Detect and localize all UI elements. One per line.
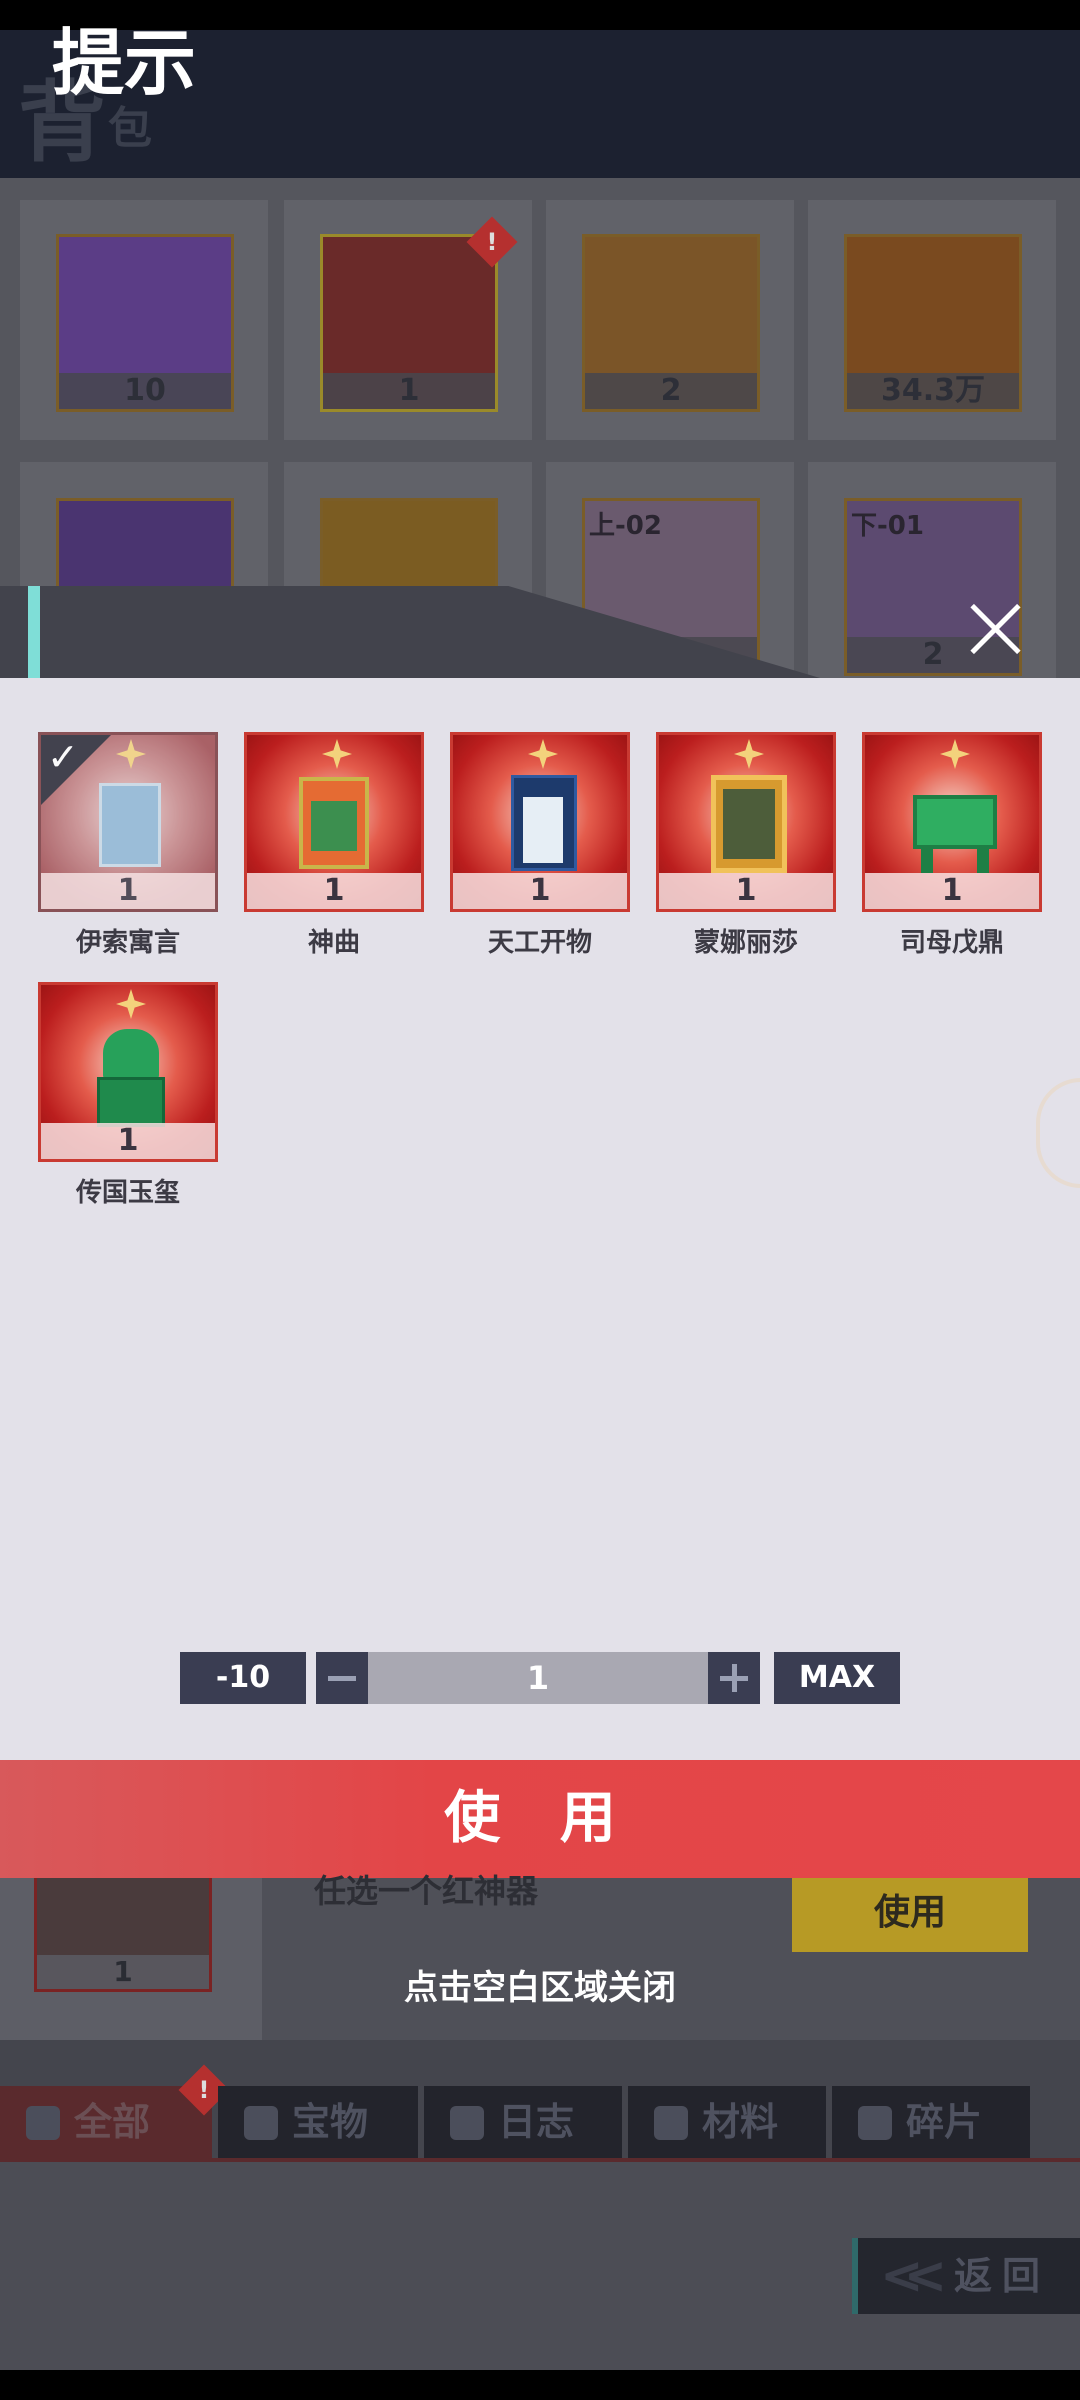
bag-item-count: 1 bbox=[323, 373, 495, 409]
item-card-mona-lisa[interactable]: 1 蒙娜丽莎 bbox=[656, 732, 836, 959]
item-name: 天工开物 bbox=[487, 928, 592, 958]
star-icon bbox=[528, 739, 558, 769]
item-qty: 1 bbox=[453, 873, 627, 909]
bag-item-tag: 上-02 bbox=[589, 511, 662, 541]
item-name: 传国玉玺 bbox=[75, 1178, 180, 1208]
star-icon bbox=[116, 989, 146, 1019]
item-icon: ✓ 1 bbox=[38, 732, 218, 912]
plus-icon[interactable] bbox=[708, 1652, 760, 1704]
minus-icon[interactable] bbox=[316, 1652, 368, 1704]
star-icon bbox=[116, 739, 146, 769]
tab-journal[interactable]: 日志 bbox=[424, 2086, 622, 2158]
item-qty: 1 bbox=[659, 873, 833, 909]
dialog-body: ✓ 1 伊索寓言 1 神曲 1 天工开物 1 蒙娜丽莎 1 司母戊鼎 1 传国玉… bbox=[0, 678, 1080, 1760]
dialog-title: 提示 bbox=[52, 21, 197, 105]
bag-icon bbox=[244, 2106, 278, 2140]
title-accent bbox=[28, 586, 40, 678]
use-button[interactable]: 使 用 bbox=[0, 1760, 1080, 1878]
nav-bar bbox=[0, 2370, 1080, 2400]
bag-item-count: 10 bbox=[59, 373, 231, 409]
tab-fragments[interactable]: 碎片 bbox=[832, 2086, 1030, 2158]
puzzle-icon bbox=[858, 2106, 892, 2140]
bag-item-icon: 34.3万 bbox=[844, 234, 1022, 412]
star-icon bbox=[322, 739, 352, 769]
item-icon: 1 bbox=[38, 982, 218, 1162]
max-button[interactable]: MAX bbox=[774, 1652, 900, 1704]
minus-10-button[interactable]: -10 bbox=[180, 1652, 306, 1704]
bag-item-icon: 1 bbox=[320, 234, 498, 412]
tab-materials[interactable]: 材料 bbox=[628, 2086, 826, 2158]
ding-icon bbox=[913, 795, 997, 849]
star-icon bbox=[940, 739, 970, 769]
close-icon[interactable] bbox=[960, 594, 1030, 664]
bag-item-icon: 2 bbox=[582, 234, 760, 412]
bag-slot[interactable]: 2 bbox=[546, 200, 794, 440]
item-card-aesop[interactable]: ✓ 1 伊索寓言 bbox=[38, 732, 218, 959]
bag-item-tag: 下-01 bbox=[851, 511, 924, 541]
item-qty: 1 bbox=[865, 873, 1039, 909]
star-icon bbox=[734, 739, 764, 769]
close-hint[interactable]: 点击空白区域关闭 bbox=[0, 1960, 1080, 2009]
gem-icon bbox=[1036, 1078, 1080, 1188]
quantity-field[interactable]: 1 bbox=[368, 1652, 708, 1704]
bag-item-count: 34.3万 bbox=[847, 373, 1019, 409]
item-card-divine-comedy[interactable]: 1 神曲 bbox=[244, 732, 424, 959]
tab-all[interactable]: 全部 bbox=[0, 2086, 212, 2158]
alert-icon: ! bbox=[466, 216, 518, 268]
item-card-simuwu-ding[interactable]: 1 司母戊鼎 bbox=[862, 732, 1042, 959]
item-name: 神曲 bbox=[307, 928, 360, 958]
item-qty: 1 bbox=[247, 873, 421, 909]
item-name: 伊索寓言 bbox=[75, 928, 180, 958]
item-icon: 1 bbox=[656, 732, 836, 912]
item-icon: 1 bbox=[450, 732, 630, 912]
bag-item-icon: 10 bbox=[56, 234, 234, 412]
back-button[interactable]: << 返回 bbox=[852, 2238, 1080, 2314]
item-name: 蒙娜丽莎 bbox=[693, 928, 798, 958]
materials-icon bbox=[654, 2106, 688, 2140]
detail-use-button[interactable]: 使用 bbox=[792, 1878, 1028, 1952]
seal-icon bbox=[103, 1029, 159, 1081]
bag-slot[interactable]: 10 bbox=[20, 200, 268, 440]
item-qty: 1 bbox=[41, 873, 215, 909]
bag-slot[interactable]: 34.3万 bbox=[808, 200, 1056, 440]
item-card-imperial-seal[interactable]: 1 传国玉玺 bbox=[38, 982, 218, 1209]
book-icon bbox=[99, 783, 161, 867]
item-icon: 1 bbox=[244, 732, 424, 912]
tab-treasure[interactable]: 宝物 bbox=[218, 2086, 418, 2158]
detail-description: 任选一个红神器 bbox=[314, 1872, 539, 1910]
bag-item-count: 2 bbox=[585, 373, 757, 409]
dialog-title-bar bbox=[0, 586, 1080, 678]
item-icon: 1 bbox=[862, 732, 1042, 912]
grid-icon bbox=[26, 2106, 60, 2140]
back-chevron-icon: << bbox=[880, 2246, 947, 2306]
item-qty: 1 bbox=[41, 1123, 215, 1159]
note-icon bbox=[450, 2106, 484, 2140]
item-name: 司母戊鼎 bbox=[899, 928, 1004, 958]
checkmark-icon: ✓ bbox=[47, 735, 79, 779]
item-card-tiangong[interactable]: 1 天工开物 bbox=[450, 732, 630, 959]
